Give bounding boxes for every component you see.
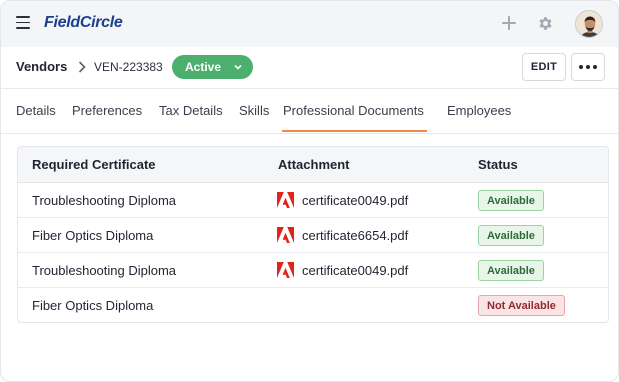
table-row[interactable]: Fiber Optics Diploma certificate6654.pdf…: [18, 218, 608, 253]
status-badge: Available: [478, 190, 544, 211]
top-bar: FieldCircle: [1, 1, 618, 47]
app-logo[interactable]: FieldCircle: [44, 14, 123, 32]
table-row[interactable]: Fiber Optics Diploma Not Available: [18, 288, 608, 322]
status-badge: Available: [478, 225, 544, 246]
record-header: Vendors VEN-223383 Active EDIT: [1, 47, 618, 89]
plus-icon[interactable]: [501, 15, 517, 31]
column-attachment: Attachment: [278, 157, 350, 172]
table-row[interactable]: Troubleshooting Diploma certificate0049.…: [18, 183, 608, 218]
more-options-button[interactable]: [571, 53, 605, 81]
status-badge: Not Available: [478, 295, 565, 316]
user-avatar[interactable]: [575, 10, 603, 38]
table-row[interactable]: Troubleshooting Diploma certificate0049.…: [18, 253, 608, 288]
column-status: Status: [478, 157, 518, 172]
attachment-link[interactable]: certificate6654.pdf: [302, 228, 408, 243]
tab-skills[interactable]: Skills: [239, 103, 269, 118]
pdf-icon: [277, 192, 294, 208]
record-id: VEN-223383: [94, 60, 163, 74]
avatar-portrait-icon: [576, 11, 602, 37]
certificate-name: Troubleshooting Diploma: [32, 193, 177, 208]
tab-preferences[interactable]: Preferences: [72, 103, 142, 118]
chevron-down-icon: [234, 64, 242, 70]
tab-details[interactable]: Details: [16, 103, 56, 118]
pdf-icon: [277, 262, 294, 278]
certificate-name: Troubleshooting Diploma: [32, 263, 177, 278]
table-header: Required Certificate Attachment Status: [18, 147, 608, 183]
vendor-record-window: FieldCircle Vendors VEN-223383 Active ED…: [0, 0, 619, 382]
tab-professional-documents[interactable]: Professional Documents: [282, 103, 427, 132]
documents-table: Required Certificate Attachment Status T…: [17, 146, 609, 323]
more-dot: [579, 65, 583, 69]
certificate-name: Fiber Optics Diploma: [32, 228, 154, 243]
more-dot: [593, 65, 597, 69]
attachment-link[interactable]: certificate0049.pdf: [302, 193, 408, 208]
chevron-right-icon: [78, 61, 86, 73]
breadcrumb-vendors[interactable]: Vendors: [16, 59, 67, 74]
record-tabs: Details Preferences Tax Details Skills P…: [1, 89, 618, 134]
column-required-certificate: Required Certificate: [32, 157, 156, 172]
tab-tax-details[interactable]: Tax Details: [159, 103, 223, 118]
gear-icon[interactable]: [537, 15, 554, 32]
status-badge: Available: [478, 260, 544, 281]
pdf-icon: [277, 227, 294, 243]
menu-icon[interactable]: [16, 16, 30, 29]
more-dot: [586, 65, 590, 69]
status-dropdown[interactable]: Active: [172, 55, 253, 79]
status-label: Active: [185, 60, 222, 74]
edit-button[interactable]: EDIT: [522, 53, 566, 81]
tab-employees[interactable]: Employees: [447, 103, 511, 118]
attachment-link[interactable]: certificate0049.pdf: [302, 263, 408, 278]
certificate-name: Fiber Optics Diploma: [32, 298, 154, 313]
